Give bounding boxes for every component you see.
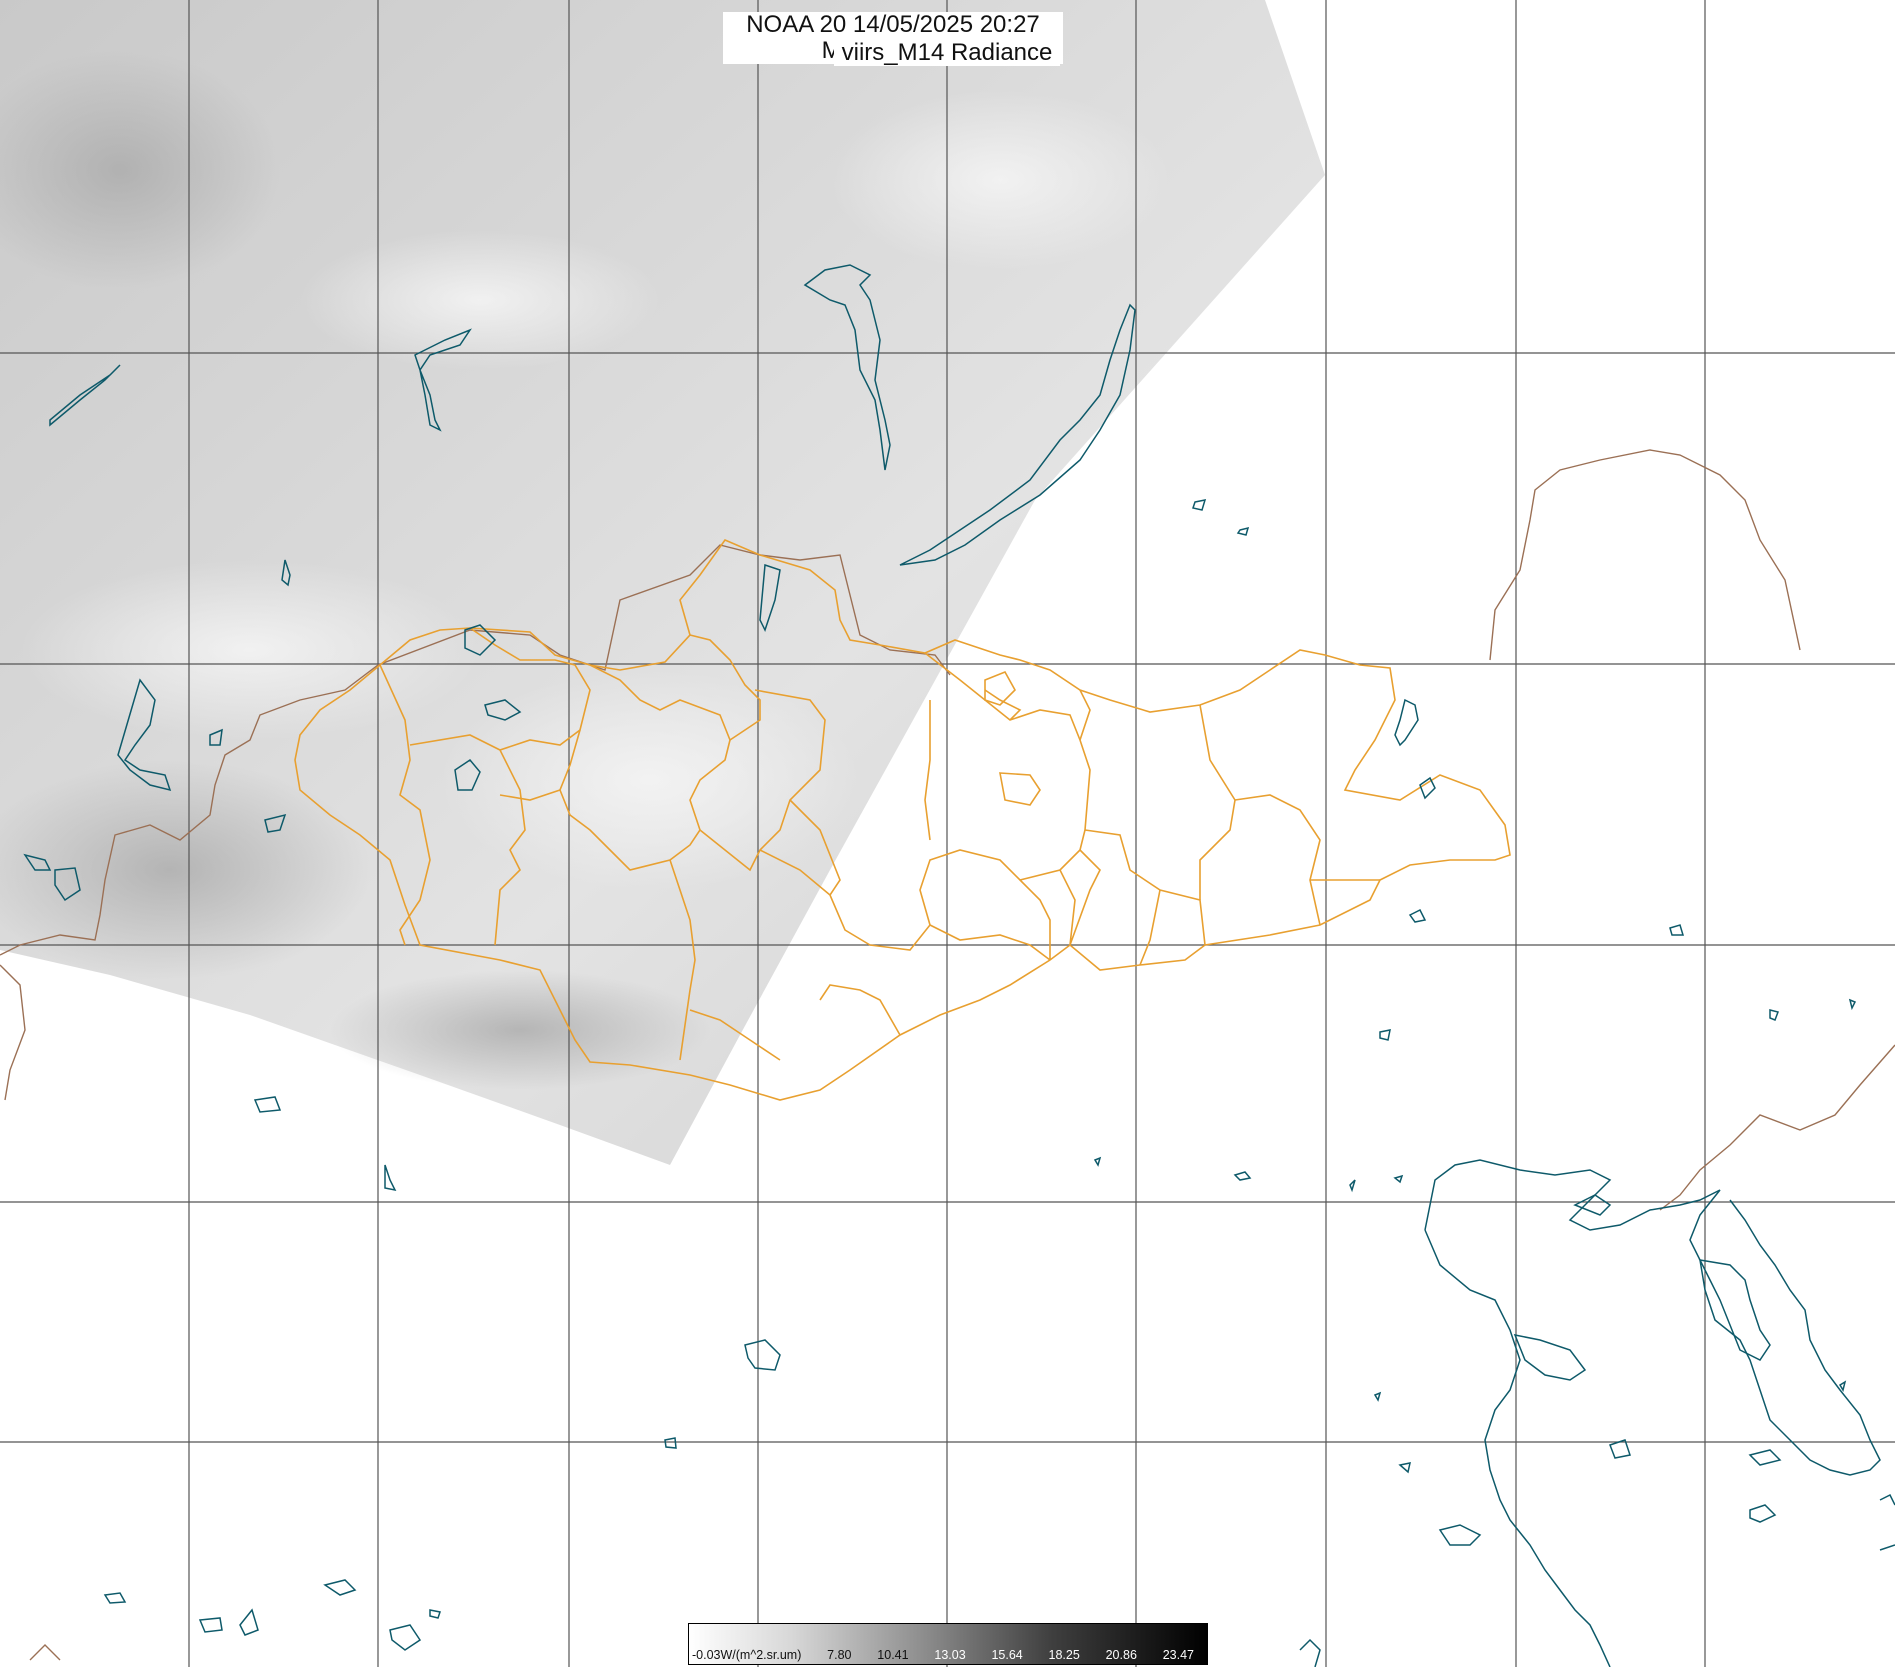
colorbar-label: 20.86 bbox=[1105, 1648, 1137, 1662]
colorbar-labels: -0.03W/(m^2.sr.um) 7.80 10.41 13.03 15.6… bbox=[688, 1645, 1206, 1665]
colorbar-label: 15.64 bbox=[991, 1648, 1023, 1662]
colorbar-label: -0.03W/(m^2.sr.um) bbox=[692, 1648, 802, 1662]
colorbar-label: 7.80 bbox=[827, 1648, 852, 1662]
colorbar-label: 10.41 bbox=[877, 1648, 909, 1662]
satellite-map bbox=[0, 0, 1895, 1667]
map-subtitle: viirs_M14 Radiance bbox=[834, 40, 1060, 66]
colorbar-label: 13.03 bbox=[934, 1648, 966, 1662]
colorbar-label: 23.47 bbox=[1162, 1648, 1194, 1662]
satellite-swath bbox=[0, 0, 1325, 1165]
colorbar-label: 18.25 bbox=[1048, 1648, 1080, 1662]
